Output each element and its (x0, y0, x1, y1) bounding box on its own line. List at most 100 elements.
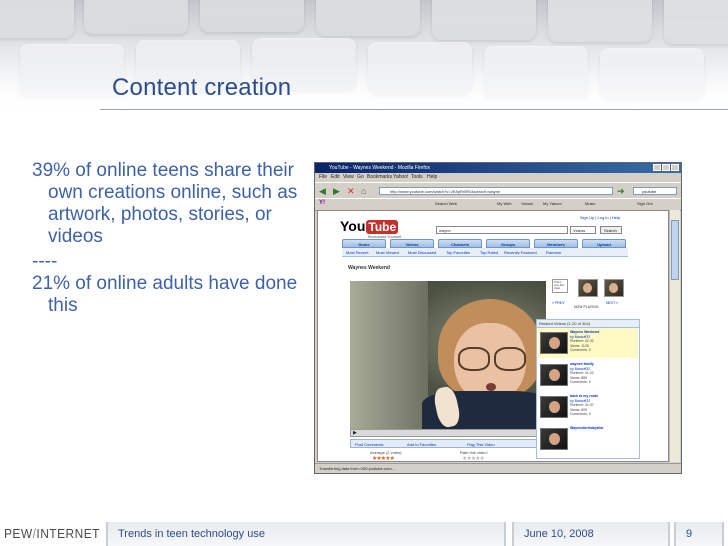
related-views: Views: 1128 (570, 343, 589, 348)
related-video-item[interactable]: Waynes Weekend by Bassoff32 Runtime: 02:… (538, 328, 638, 358)
related-runtime: Runtime: 01:37 (570, 403, 594, 408)
browser-nav-bar: ◀ ▶ ✕ ⌂ http://www.youtube.com/watch?v=2… (315, 182, 681, 199)
related-video-info: Waynesbirthdaytrial (570, 426, 603, 431)
yahoo-my-yahoo[interactable]: My Yahoo! (543, 201, 562, 206)
video-player[interactable] (350, 281, 546, 429)
related-author[interactable]: by Bassoff32 (570, 399, 590, 403)
video-title: Waynes Weekend (348, 265, 390, 271)
footer-date-box: June 10, 2008 (512, 522, 670, 546)
related-title[interactable]: Waynesbirthdaytrial (570, 426, 603, 430)
forward-arrow-icon[interactable]: ▶ (333, 186, 343, 196)
tab-groups[interactable]: Groups (486, 239, 530, 248)
subnav-most-viewed[interactable]: Most Viewed (376, 250, 399, 255)
related-video-item[interactable]: back to my roots by Bassoff32 Runtime: 0… (538, 392, 638, 422)
yahoo-music[interactable]: Music (585, 201, 595, 206)
menu-tools[interactable]: Tools (411, 174, 423, 180)
close-icon[interactable] (671, 164, 679, 171)
related-author[interactable]: by Bassoff32 (570, 367, 590, 371)
search-value: wayne (439, 228, 451, 233)
browser-search-box[interactable]: youtube (633, 187, 677, 195)
menu-yahoo[interactable]: Yahoo! (393, 174, 408, 180)
related-author[interactable]: by Bassoff32 (570, 335, 590, 339)
menu-bookmarks[interactable]: Bookmarks (367, 174, 392, 180)
video-frame-glasses (458, 347, 490, 371)
tab-label: Channels (450, 242, 469, 247)
menu-view[interactable]: View (343, 174, 354, 180)
related-title[interactable]: Waynes Weekend (570, 330, 599, 334)
scrollbar-thumb[interactable] (671, 220, 679, 280)
prev-link[interactable]: « PREV (552, 301, 564, 305)
next-link[interactable]: NEXT » (606, 301, 618, 305)
back-arrow-icon[interactable]: ◀ (319, 186, 329, 196)
footer-date: June 10, 2008 (524, 528, 594, 540)
yahoo-search-web[interactable]: Search Web (435, 201, 457, 206)
subnav-top-favorites[interactable]: Top Favorites (446, 250, 470, 255)
flag-video-link[interactable]: Flag This Video (467, 442, 495, 447)
stop-icon[interactable]: ✕ (347, 186, 357, 196)
page-scrollbar[interactable] (669, 210, 680, 462)
menu-file[interactable]: File (319, 174, 327, 180)
related-video-item[interactable]: waynes family by Bassoff32 Runtime: 01:2… (538, 360, 638, 390)
tab-videos[interactable]: Videos (390, 239, 434, 248)
related-video-thumbnail[interactable] (540, 364, 568, 386)
play-icon[interactable]: ▶ (353, 430, 357, 436)
home-icon[interactable]: ⌂ (361, 186, 371, 196)
minimize-icon[interactable] (653, 164, 661, 171)
address-url: http://www.youtube.com/watch?v=2K8pRr5R0… (390, 189, 501, 194)
video-controls[interactable]: ▶ (350, 429, 546, 437)
add-to-favorites-link[interactable]: Add to Favorites (407, 442, 436, 447)
youtube-logo-tube: Tube (366, 220, 399, 234)
youtube-account-links[interactable]: Sign Up | Log In | Help (580, 215, 620, 220)
related-title[interactable]: back to my roots (570, 394, 598, 398)
related-video-info: waynes family by Bassoff32 Runtime: 01:2… (570, 362, 594, 385)
related-video-item[interactable]: Waynesbirthdaytrial (538, 424, 638, 454)
menu-help[interactable]: Help (427, 174, 437, 180)
related-videos-header: Related Videos (1-20 of 304) (537, 320, 639, 328)
address-bar[interactable]: http://www.youtube.com/watch?v=2K8pRr5R0… (379, 187, 613, 195)
yahoo-logo[interactable]: Y! (319, 200, 325, 206)
tab-members[interactable]: Members (534, 239, 578, 248)
yahoo-my-web[interactable]: My Web (497, 201, 512, 206)
menu-edit[interactable]: Edit (331, 174, 340, 180)
tab-home[interactable]: Home (342, 239, 386, 248)
subnav-recently-featured[interactable]: Recently Featured (504, 250, 537, 255)
next-thumbnail[interactable] (604, 279, 624, 297)
window-controls (652, 164, 679, 173)
slide-title: Content creation (112, 74, 292, 101)
yahoo-link[interactable]: Yahoo! (521, 201, 533, 206)
tab-channels[interactable]: Channels (438, 239, 482, 248)
yahoo-sign-out[interactable]: Sign Out (637, 201, 653, 206)
browser-menu-bar: File Edit View Go Bookmarks Yahoo! Tools… (315, 173, 681, 182)
maximize-icon[interactable] (662, 164, 670, 171)
tab-upload[interactable]: Upload (582, 239, 626, 248)
subnav-most-discussed[interactable]: Most Discussed (408, 250, 436, 255)
youtube-search-button[interactable]: Search (600, 226, 622, 234)
related-video-thumbnail[interactable] (540, 428, 568, 450)
footer-caption: Trends in teen technology use (118, 528, 265, 540)
menu-go[interactable]: Go (357, 174, 364, 180)
bullet-list: 39% of online teens share their own crea… (32, 160, 302, 317)
related-comments: Comments: 0 (570, 348, 591, 353)
header-fade-overlay (0, 0, 728, 112)
youtube-search-input[interactable]: wayne (436, 226, 568, 234)
subnav-top-rated[interactable]: Top Rated (480, 250, 498, 255)
subnav-most-recent[interactable]: Most Recent (346, 250, 368, 255)
related-video-info: back to my roots by Bassoff32 Runtime: 0… (570, 394, 598, 417)
related-title[interactable]: waynes family (570, 362, 594, 366)
video-frame-mouth (486, 383, 496, 391)
now-playing-label: NOW PLAYING (574, 305, 599, 309)
average-rating-stars-icon: ★★★★★ (372, 456, 395, 462)
now-playing-thumbnail[interactable] (578, 279, 598, 297)
rate-video-stars-icon[interactable]: ★★★★★ (462, 455, 485, 461)
post-comments-link[interactable]: Post Comments (355, 442, 383, 447)
youtube-search-type-select[interactable]: Videos (570, 226, 596, 234)
related-runtime: Runtime: 02:32 (570, 339, 594, 344)
subnav-random[interactable]: Random (546, 250, 561, 255)
window-title-bar: YouTube - Waynes Weekend - Mozilla Firef… (315, 163, 681, 173)
related-video-thumbnail[interactable] (540, 332, 568, 354)
status-text: Transferring data from r150.youtube.com.… (319, 466, 395, 471)
youtube-logo[interactable]: You Tube (340, 218, 399, 234)
slide-footer: PEW/INTERNET Trends in teen technology u… (0, 510, 728, 546)
go-icon[interactable]: ➜ (617, 186, 627, 196)
related-video-thumbnail[interactable] (540, 396, 568, 418)
